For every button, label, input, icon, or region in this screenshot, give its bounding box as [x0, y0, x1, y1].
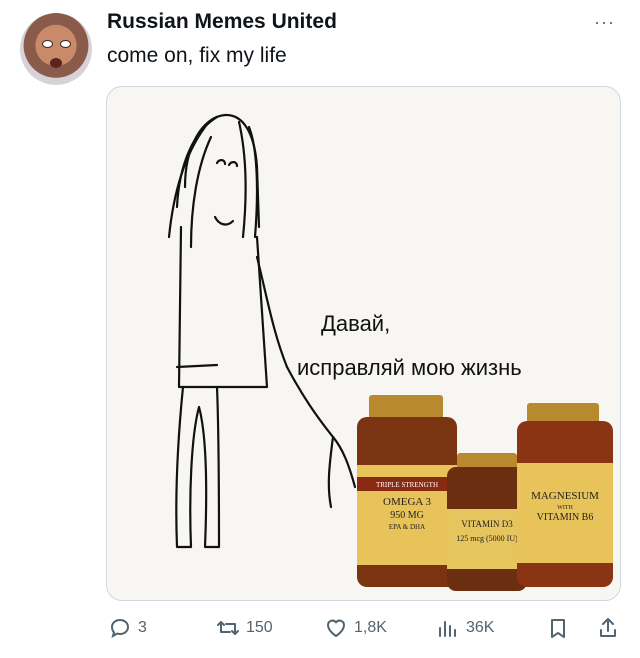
omega-label-line1: TRIPLE STRENGTH	[376, 481, 438, 489]
meme-illustration: TRIPLE STRENGTH OMEGA 3 950 MG EPA & DHA…	[167, 113, 613, 591]
omega-label-line3: 950 MG	[390, 510, 424, 521]
meme-caption-line2: исправляй мою жизнь	[297, 355, 522, 380]
tweet-text: come on, fix my life	[107, 44, 287, 67]
retweet-button[interactable]: 150	[216, 612, 273, 644]
retweet-icon	[217, 621, 239, 635]
analytics-icon	[439, 621, 456, 637]
supplement-bottles: TRIPLE STRENGTH OMEGA 3 950 MG EPA & DHA…	[357, 395, 613, 591]
share-icon	[600, 618, 616, 637]
more-options-icon[interactable]: ···	[594, 12, 615, 33]
views-button[interactable]: 36K	[436, 612, 494, 644]
share-button[interactable]	[596, 612, 620, 644]
avatar-mouth	[50, 58, 62, 68]
view-count: 36K	[466, 619, 495, 636]
magnesium-label-line1: MAGNESIUM	[531, 490, 599, 502]
omega-label-line2: OMEGA 3	[383, 496, 431, 508]
meme-caption-line1: Давай,	[321, 311, 391, 336]
bookmark-button[interactable]	[546, 612, 570, 644]
avatar-eye	[60, 40, 71, 48]
author-display-name[interactable]: Russian Memes United	[107, 10, 337, 34]
reply-icon	[110, 618, 130, 639]
reply-count: 3	[138, 619, 147, 636]
bookmark-icon	[551, 619, 565, 638]
tweet-media[interactable]: TRIPLE STRENGTH OMEGA 3 950 MG EPA & DHA…	[106, 86, 621, 601]
reply-button[interactable]: 3	[108, 612, 147, 644]
magnesium-label-line2: WITH	[557, 505, 573, 511]
tweet-actions-bar: 3 150 1,8K 36K	[0, 612, 640, 644]
omega-label-line4: EPA & DHA	[389, 523, 425, 531]
vitd-label-line2: 125 mcg (5000 IU)	[456, 534, 518, 543]
heart-icon	[326, 619, 346, 638]
like-button[interactable]: 1,8K	[324, 612, 387, 644]
author-avatar[interactable]	[20, 13, 92, 85]
magnesium-label-line3: VITAMIN B6	[537, 512, 594, 523]
vitd-label-line1: VITAMIN D3	[461, 519, 513, 529]
avatar-eye	[42, 40, 53, 48]
retweet-count: 150	[246, 619, 273, 636]
like-count: 1,8K	[354, 619, 387, 636]
